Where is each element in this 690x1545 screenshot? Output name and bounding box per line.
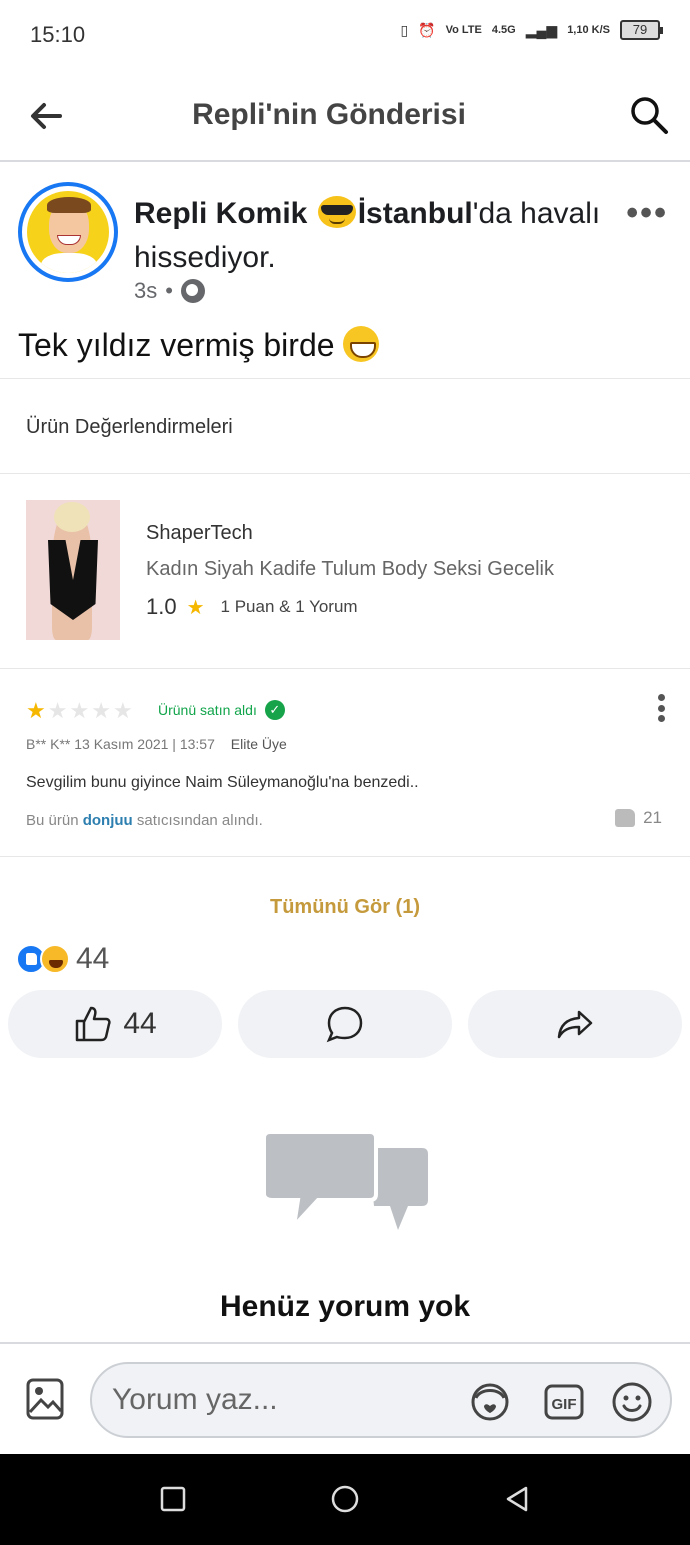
review-like-count: 21: [643, 808, 662, 827]
divider: [0, 668, 690, 669]
battery-icon: 79: [620, 20, 663, 40]
comment-button[interactable]: [238, 990, 452, 1058]
review-more-icon: [658, 694, 666, 722]
search-icon[interactable]: [628, 94, 670, 136]
like-button[interactable]: 44: [8, 990, 222, 1058]
volte-label: Vo LTE: [445, 23, 482, 36]
reaction-summary[interactable]: 44: [16, 942, 109, 976]
haha-reaction-icon: [40, 944, 70, 974]
vibrate-icon: ▯: [400, 21, 409, 38]
reviewer-name: B** K**: [26, 736, 71, 752]
review-text: Sevgilim bunu giyince Naim Süleymanoğlu'…: [26, 774, 419, 791]
seller-line: Bu ürün donjuu satıcısından alındı.: [26, 812, 263, 829]
comment-composer: GIF: [0, 1342, 690, 1454]
rating-summary: 1 Puan & 1 Yorum: [220, 597, 358, 616]
network-label: 4.5G: [491, 23, 516, 36]
comment-input-box[interactable]: GIF: [90, 1362, 672, 1438]
avatar-image: [27, 191, 109, 273]
status-icons: ▯ ⏰ Vo LTE 4.5G ▂▄▆ 1,10 K/S 79: [400, 20, 663, 40]
product-rating: 1.0 ★ 1 Puan & 1 Yorum: [146, 594, 358, 620]
see-all-link: Tümünü Gör (1): [270, 896, 420, 918]
product-image: [26, 500, 120, 640]
divider: [0, 856, 690, 857]
seller-name: donjuu: [82, 812, 133, 829]
grinning-emoji-icon: [343, 326, 380, 362]
post-header-text: Repli Komik İstanbul'da havalı hissediyo…: [134, 192, 614, 280]
seller-prefix: Bu ürün: [26, 812, 79, 829]
alarm-icon: ⏰: [418, 21, 436, 38]
meta-separator: •: [165, 278, 173, 303]
comment-bubble-icon: [326, 1006, 363, 1043]
star-icon: ★: [186, 596, 205, 619]
status-time: 15:10: [30, 22, 86, 47]
bought-label: Ürünü satın aldı: [158, 702, 257, 718]
review-date: 13 Kasım 2021 | 13:57: [74, 736, 215, 752]
globe-icon: [180, 279, 205, 303]
star-empty-icon: ★: [69, 698, 90, 723]
app-header: Repli'nin Gönderisi: [0, 70, 690, 162]
post-time[interactable]: 3s: [134, 278, 157, 304]
reaction-count: 44: [76, 942, 110, 975]
back-icon[interactable]: [502, 1484, 532, 1514]
rating-score: 1.0: [146, 594, 177, 619]
sunglasses-emoji-icon: [317, 196, 356, 228]
reviewer-info: B** K** 13 Kasım 2021 | 13:57 Elite Üye: [26, 736, 287, 752]
avatar-sticker-icon[interactable]: [468, 1380, 512, 1424]
home-icon[interactable]: [330, 1484, 360, 1514]
like-count: 44: [123, 1007, 157, 1040]
reviewer-badge: Elite Üye: [230, 736, 287, 752]
divider: [0, 473, 690, 474]
thumbs-up-icon: [76, 1006, 111, 1042]
gif-icon[interactable]: GIF: [542, 1380, 586, 1424]
share-button[interactable]: [468, 990, 682, 1058]
emoji-icon[interactable]: [610, 1380, 654, 1424]
review-stars: ★ ★ ★ ★ ★: [26, 698, 133, 724]
seller-suffix: satıcısından alındı.: [136, 812, 263, 829]
thumbs-up-icon: [615, 809, 636, 827]
review-likes: 21: [615, 808, 662, 828]
empty-comments-icon: [262, 1130, 428, 1233]
speed-label: 1,10 K/S: [567, 23, 610, 36]
post-text: Tek yıldız vermiş birde: [18, 326, 380, 364]
system-nav-bar: [0, 1454, 690, 1545]
bought-badge: Ürünü satın aldı ✓: [158, 700, 285, 720]
no-comments-title: Henüz yorum yok: [219, 1290, 471, 1323]
post-text-content: Tek yıldız vermiş birde: [18, 327, 335, 363]
reviews-section-title: Ürün Değerlendirmeleri: [26, 416, 233, 438]
comment-input[interactable]: [112, 1380, 432, 1420]
svg-text:GIF: GIF: [552, 1396, 577, 1413]
signal-icon: ▂▄▆: [525, 21, 558, 38]
product-name: Kadın Siyah Kadife Tulum Body Seksi Gece…: [146, 558, 554, 580]
recents-icon[interactable]: [158, 1484, 188, 1514]
star-empty-icon: ★: [112, 698, 133, 723]
check-icon: ✓: [264, 700, 285, 720]
page-title: Repli'nin Gönderisi: [192, 98, 466, 131]
more-options-icon[interactable]: •••: [626, 194, 668, 233]
location-link[interactable]: İstanbul: [358, 197, 473, 230]
post-image[interactable]: Ürün Değerlendirmeleri ShaperTech Kadın …: [0, 378, 690, 938]
share-arrow-icon: [557, 1010, 593, 1039]
author-name[interactable]: Repli Komik: [134, 197, 307, 230]
post-meta: 3s •: [134, 278, 205, 304]
author-avatar[interactable]: [18, 182, 118, 282]
star-filled-icon: ★: [26, 698, 46, 723]
star-empty-icon: ★: [47, 698, 68, 723]
divider: [0, 378, 690, 379]
photo-icon[interactable]: [26, 1378, 64, 1420]
product-brand: ShaperTech: [146, 522, 253, 544]
status-bar: 15:10 ▯ ⏰ Vo LTE 4.5G ▂▄▆ 1,10 K/S 79: [0, 0, 690, 70]
star-empty-icon: ★: [91, 698, 111, 723]
